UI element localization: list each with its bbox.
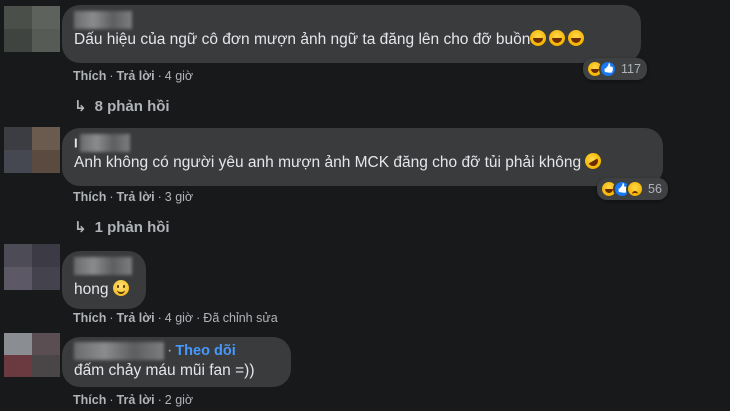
follow-button[interactable]: Theo dõi xyxy=(175,343,235,359)
reply-button[interactable]: Trả lời xyxy=(117,190,155,204)
timestamp[interactable]: 2 giờ xyxy=(165,393,193,407)
view-replies-button[interactable]: ↳ 1 phản hồi xyxy=(74,218,170,236)
comment-text: Dấu hiệu của ngữ cô đơn mượn ảnh ngữ ta … xyxy=(74,29,629,51)
laughing-emoji-icon xyxy=(549,30,566,47)
reaction-summary[interactable]: 56 xyxy=(597,178,668,200)
reaction-summary[interactable]: 117 xyxy=(583,58,647,80)
avatar[interactable] xyxy=(4,333,60,377)
comment-actions: Thích · Trả lời · 4 giờ xyxy=(73,69,194,83)
comment-actions: Thích · Trả lời · 4 giờ · Đã chỉnh sửa xyxy=(73,311,278,325)
comment-text: hong xyxy=(74,279,134,301)
like-button[interactable]: Thích xyxy=(73,69,106,83)
avatar[interactable] xyxy=(4,244,60,290)
timestamp[interactable]: 4 giờ xyxy=(165,311,193,325)
laughing-emoji-icon xyxy=(530,30,547,47)
reply-button[interactable]: Trả lời xyxy=(117,393,155,407)
author-name[interactable] xyxy=(74,11,629,29)
smile-emoji-icon xyxy=(112,280,129,297)
rofl-emoji-icon xyxy=(582,150,605,173)
laughing-emoji-icon xyxy=(568,30,585,47)
comment-bubble: hong xyxy=(62,251,146,309)
author-name: · Theo dõi xyxy=(74,342,279,360)
reply-arrow-icon: ↳ xyxy=(74,219,87,236)
like-icon xyxy=(599,60,617,78)
like-button[interactable]: Thích xyxy=(73,190,106,204)
timestamp[interactable]: 4 giờ xyxy=(165,69,193,83)
reaction-count: 56 xyxy=(648,182,662,196)
comment-bubble: · Theo dõi đấm chảy máu mũi fan =)) xyxy=(62,337,291,387)
timestamp[interactable]: 3 giờ xyxy=(165,190,193,204)
comment-bubble: Dấu hiệu của ngữ cô đơn mượn ảnh ngữ ta … xyxy=(62,5,641,63)
avatar[interactable] xyxy=(4,127,60,173)
view-replies-button[interactable]: ↳ 8 phản hồi xyxy=(74,97,170,115)
reply-button[interactable]: Trả lời xyxy=(117,69,155,83)
author-name[interactable] xyxy=(74,257,134,275)
reaction-count: 117 xyxy=(621,62,641,76)
comment-text: Anh không có người yêu anh mượn ảnh MCK … xyxy=(74,150,651,174)
avatar[interactable] xyxy=(4,6,60,52)
like-button[interactable]: Thích xyxy=(73,393,106,407)
sad-icon xyxy=(626,180,644,198)
reply-arrow-icon: ↳ xyxy=(74,98,87,115)
edited-label[interactable]: Đã chỉnh sửa xyxy=(203,311,277,325)
like-button[interactable]: Thích xyxy=(73,311,106,325)
author-name-link[interactable] xyxy=(74,342,164,360)
comment-text: đấm chảy máu mũi fan =)) xyxy=(74,362,255,380)
author-name[interactable]: I xyxy=(74,134,651,152)
comment-actions: Thích · Trả lời · 2 giờ xyxy=(73,393,194,407)
comment-actions: Thích · Trả lời · 3 giờ xyxy=(73,190,194,204)
reply-button[interactable]: Trả lời xyxy=(117,311,155,325)
comment-bubble: I Anh không có người yêu anh mượn ảnh MC… xyxy=(62,128,663,186)
